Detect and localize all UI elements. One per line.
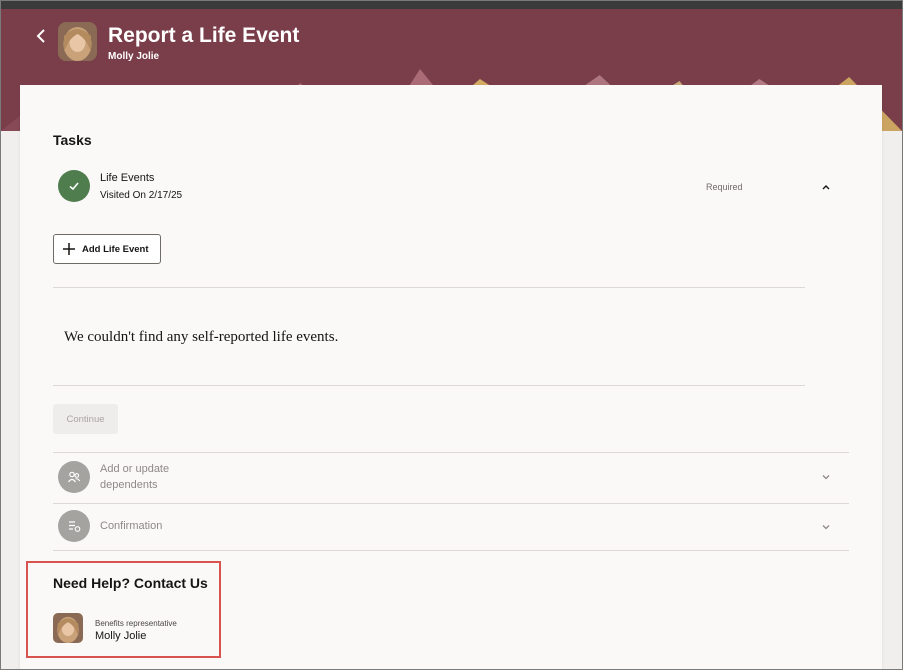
chevron-down-icon <box>822 525 830 530</box>
chevron-left-icon <box>36 29 45 43</box>
plus-icon <box>63 243 75 255</box>
page-subtitle: Molly Jolie <box>108 51 160 62</box>
top-strip <box>1 1 902 9</box>
step-life-events-status <box>58 170 90 202</box>
help-contact-name[interactable]: Molly Jolie <box>95 630 146 642</box>
header-avatar <box>58 22 97 61</box>
step-life-events-visited: Visited On 2/17/25 <box>100 190 183 201</box>
checklist-icon <box>69 521 81 532</box>
help-title: Need Help? Contact Us <box>53 575 208 591</box>
add-life-event-label: Add Life Event <box>82 243 149 255</box>
divider <box>53 550 849 551</box>
continue-button[interactable]: Continue <box>53 404 118 434</box>
divider <box>53 287 805 288</box>
dependents-icon <box>68 471 81 483</box>
empty-state-message: We couldn't find any self-reported life … <box>64 329 339 345</box>
chevron-up-icon <box>822 185 830 190</box>
avatar-image <box>58 22 97 61</box>
chevron-down-icon <box>822 475 830 480</box>
required-badge: Required <box>706 182 743 192</box>
help-contact-role: Benefits representative <box>95 619 177 628</box>
add-life-event-button[interactable]: Add Life Event <box>53 234 161 264</box>
divider <box>53 503 849 504</box>
step-confirmation-status <box>58 510 90 542</box>
back-button[interactable] <box>31 25 51 47</box>
check-icon <box>69 182 79 191</box>
divider <box>53 452 849 453</box>
expand-confirmation-button[interactable] <box>820 521 832 533</box>
tasks-title: Tasks <box>53 132 92 148</box>
step-life-events-label[interactable]: Life Events <box>100 172 154 184</box>
step-dependents-label-line2[interactable]: dependents <box>100 479 158 491</box>
app-frame: Report a Life Event Molly Jolie Tasks Li… <box>0 0 903 670</box>
step-dependents-label-line1[interactable]: Add or update <box>100 463 169 475</box>
step-dependents-status <box>58 461 90 493</box>
help-contact-avatar <box>53 613 83 643</box>
divider <box>53 385 805 386</box>
collapse-life-events-button[interactable] <box>820 181 832 193</box>
expand-dependents-button[interactable] <box>820 471 832 483</box>
avatar-image <box>53 613 83 643</box>
page-title: Report a Life Event <box>108 24 300 47</box>
step-confirmation-label[interactable]: Confirmation <box>100 520 162 532</box>
